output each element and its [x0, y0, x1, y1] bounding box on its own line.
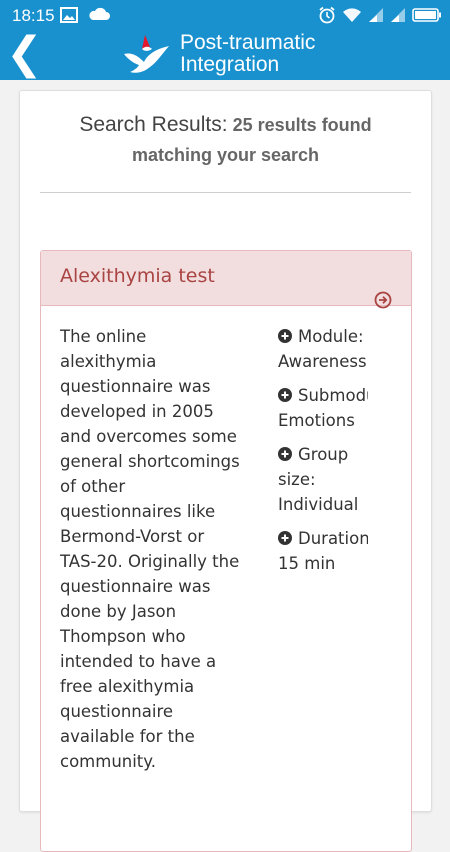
plus-circle-icon [278, 388, 292, 402]
image-icon [60, 7, 78, 23]
brand-line-2: Integration [180, 53, 280, 76]
cloud-icon [89, 7, 110, 21]
meta-module: Module: Awareness [278, 324, 368, 374]
description-line: done by Jason [60, 602, 177, 621]
result-description: The online alexithymia questionnaire was… [60, 324, 245, 774]
result-meta: Module: Awareness Submodule: Emotions Gr… [278, 324, 368, 585]
plus-circle-icon [278, 447, 292, 461]
results-count: 25 results found [232, 115, 372, 135]
description-line: questionnaire [60, 702, 174, 721]
dove-logo-icon [124, 35, 169, 73]
description-line: intended to have a [60, 652, 217, 671]
results-subtitle: matching your search [131, 145, 320, 165]
status-bar: 18:15 [0, 0, 450, 30]
description-line: available for the [60, 727, 195, 746]
meta-value: Emotions [278, 411, 355, 430]
app-header: ❮ Post-traumatic Integration [0, 30, 450, 80]
description-line: The online [60, 327, 147, 346]
description-line: questionnaire was [60, 577, 211, 596]
description-line: general shortcomings [60, 452, 240, 471]
description-line: of other [60, 477, 126, 496]
alarm-icon [319, 6, 335, 24]
search-results-card: Search Results: 25 results found matchin… [19, 90, 432, 852]
description-line: developed in 2005 [60, 402, 214, 421]
results-summary: Search Results: 25 results found matchin… [20, 113, 431, 166]
description-line: questionnaires like [60, 502, 216, 521]
arrow-circle-right-icon[interactable] [374, 291, 392, 309]
description-line: TAS-20. Originally the [60, 552, 240, 571]
meta-value: Individual [278, 495, 359, 514]
meta-submodule: Submodule: Emotions [278, 383, 368, 433]
chevron-left-icon: ❮ [6, 28, 43, 79]
meta-label: Submodule: [298, 386, 368, 405]
description-line: Thompson who [60, 627, 186, 646]
meta-value: 15 min [278, 554, 336, 573]
back-button[interactable]: ❮ [6, 28, 43, 80]
results-title: Search Results: [79, 113, 228, 136]
description-line: free alexithymia [60, 677, 195, 696]
meta-group-size: Group size: Individual [278, 442, 368, 517]
description-line: and overcomes some [60, 427, 237, 446]
divider [40, 192, 411, 193]
meta-label: Module: [298, 327, 364, 346]
brand-name: Post-traumatic Integration [180, 32, 315, 76]
meta-label: Duration: [298, 529, 368, 548]
result-item: Alexithymia test The online alexithymia … [40, 250, 412, 852]
signal-icon [369, 8, 383, 22]
description-line: community. [60, 752, 156, 771]
description-line: alexithymia [60, 352, 157, 371]
description-line: Bermond-Vorst or [60, 527, 205, 546]
plus-circle-icon [278, 531, 292, 545]
result-title-link[interactable]: Alexithymia test [60, 265, 215, 287]
description-line: questionnaire was [60, 377, 211, 396]
meta-value: Awareness [278, 352, 367, 371]
brand-line-1: Post-traumatic [180, 31, 316, 54]
wifi-icon [343, 8, 361, 22]
plus-circle-icon [278, 329, 292, 343]
signal-icon [391, 8, 405, 22]
meta-duration: Duration: 15 min [278, 526, 368, 576]
status-time: 18:15 [12, 6, 55, 25]
battery-icon [412, 8, 441, 22]
result-heading: Alexithymia test [41, 251, 411, 309]
